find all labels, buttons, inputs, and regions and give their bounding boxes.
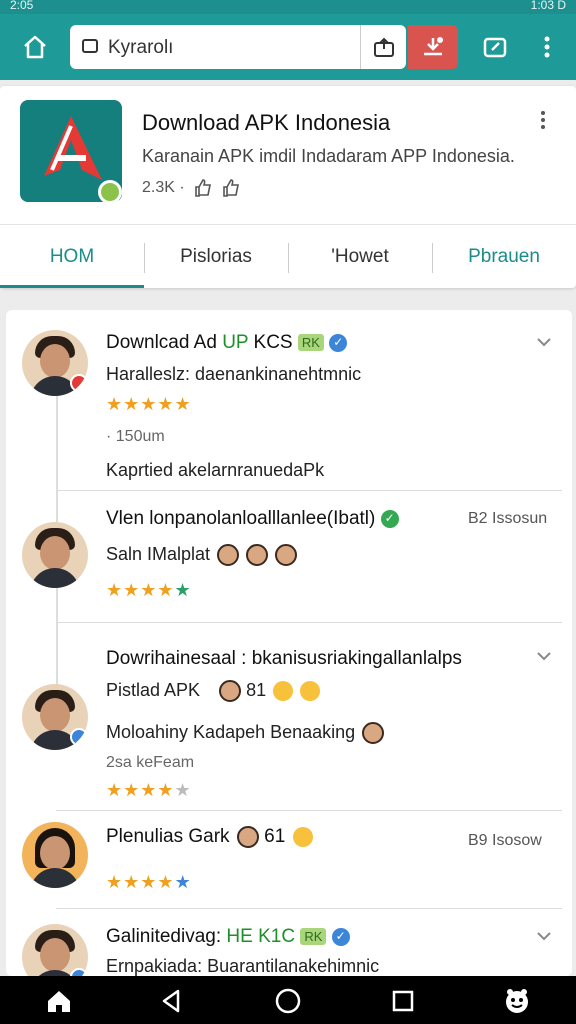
navigation-bar [0,976,576,1024]
item-likes: · 150um [106,428,165,446]
more-vertical-icon[interactable] [535,32,559,62]
item-name: Plenulias Gark 61 [106,826,313,848]
status-right: 1:03 D [530,0,566,12]
chevron-down-icon[interactable] [536,336,552,348]
list-item[interactable]: Downlcad Ad UP KCS RK Haralleslz: daenan… [6,310,572,490]
list-item[interactable]: Galinitedivag: HE K1C RK Ernpakiada: Bua… [6,908,572,976]
item-subtitle-text: Moloahiny Kadapeh Benaaking [106,722,356,742]
reaction-avatar [246,544,269,567]
item-name-prefix: Downlcad Ad [106,332,217,353]
share-icon[interactable] [360,25,406,69]
tabs-icon[interactable] [480,32,510,62]
status-time: 2:05 [10,0,34,12]
item-name: Vlen lonpanolanloalllanlee(Ibatl) [106,508,399,530]
avatar[interactable] [22,330,88,396]
item-description: Pistlad APK 81 [106,680,321,703]
item-name-prefix: Galinitedivag: [106,926,222,947]
chevron-down-icon[interactable] [536,650,552,662]
app-card: Download APK Indonesia Karanain APK imdi… [0,86,576,288]
app-more-icon[interactable] [540,110,556,134]
thumbs-up-outline-icon[interactable] [221,178,241,198]
avatar[interactable] [22,522,88,588]
badge-icon [70,968,88,976]
item-name-text: Vlen lonpanolanloalllanlee(Ibatl) [106,508,376,529]
item-name-green: HE K1C [226,926,296,947]
item-name: Downlcad Ad UP KCS RK [106,332,348,354]
home-circle-icon[interactable] [273,986,303,1016]
item-description: Haralleslz: daenankinanehtmnic [106,364,362,384]
item-name-suffix: KCS [253,332,293,353]
item-subtitle: Moloahiny Kadapeh Benaaking [106,722,385,745]
item-description: Ernpakiada: Buarantilanakehimnic [106,956,380,976]
item-tag: RK [300,928,327,946]
tab-stories[interactable]: Pislorias [144,225,288,288]
item-name-green: UP [222,332,249,353]
item-tag: RK [297,334,324,352]
emoji-icon [273,681,294,702]
chevron-down-icon[interactable] [536,930,552,942]
item-name: Galinitedivag: HE K1C RK [106,926,350,948]
verified-badge-icon [98,180,122,204]
reaction-count: 61 [264,826,286,848]
tab-howet[interactable]: 'Howet [288,225,432,288]
item-name: Dowrihainesaal : bkanisusriakingallanlal… [106,648,462,669]
comment-list: Downlcad Ad UP KCS RK Haralleslz: daenan… [6,310,572,976]
verified-icon [331,927,350,946]
home-icon[interactable] [20,32,50,62]
thumbs-up-icon[interactable] [193,178,213,198]
avatar[interactable] [22,684,88,750]
avatar[interactable] [22,822,88,888]
item-footer-text: Kaprtied akelarnranuedaPk [106,460,325,480]
item-meta: 2sa keFeam [106,754,195,771]
rating-stars: ★★★★★ [106,580,192,600]
app-stats: 2.3K · [142,178,241,198]
item-time: B9 Isosow [468,832,542,849]
tab-pbrauen[interactable]: Pbrauen [432,225,576,288]
tab-bar: HOM Pislorias 'Howet Pbrauen [0,224,576,288]
verified-icon [329,333,348,352]
badge-icon [70,374,88,392]
avatar[interactable] [22,924,88,976]
app-title: Download APK Indonesia [142,110,391,135]
badge-icon [70,728,88,746]
item-time: B2 Issosun [468,510,548,527]
url-text[interactable]: Kyrarolı [108,37,173,59]
reaction-avatar [219,680,242,703]
reaction-avatar [236,826,259,848]
assistant-face-icon[interactable] [502,986,532,1016]
list-item[interactable]: Dowrihainesaal : bkanisusriakingallanlal… [6,622,572,810]
app-subtitle: Karanain APK imdil Indadaram APP Indones… [142,146,515,166]
tab-home[interactable]: HOM [0,225,144,288]
back-triangle-icon[interactable] [156,986,186,1016]
home-icon[interactable] [44,986,74,1016]
app-stats-text: 2.3K · [142,179,185,196]
verified-icon [380,509,399,528]
recents-square-icon[interactable] [388,986,418,1016]
reaction-avatar [217,544,240,567]
emoji-icon [300,681,321,702]
rating-stars: ★★★★★ [106,394,192,414]
rating-stars: ★★★★★ [106,872,192,892]
item-description-text: Saln IMalplat [106,544,211,564]
page-icon [82,39,98,53]
rating-stars: ★★★★★ [106,780,192,800]
url-bar[interactable]: Kyrarolı [70,25,406,69]
download-icon[interactable] [408,25,458,69]
reaction-count: 81 [246,680,267,700]
reaction-avatar [362,722,385,745]
item-name-text: Plenulias Gark [106,826,230,848]
status-bar: 2:05 1:03 D [0,0,576,14]
item-description: Saln IMalplat [106,544,298,567]
item-likes-text: · 150um [106,428,165,445]
emoji-icon [292,827,313,847]
list-item[interactable]: Vlen lonpanolanloalllanlee(Ibatl) B2 Iss… [6,490,572,622]
reaction-avatar [275,544,298,567]
list-item[interactable]: Plenulias Gark 61 B9 Isosow ★★★★★ [6,810,572,908]
browser-toolbar: Kyrarolı [0,14,576,80]
item-description-text: Pistlad APK [106,680,201,700]
